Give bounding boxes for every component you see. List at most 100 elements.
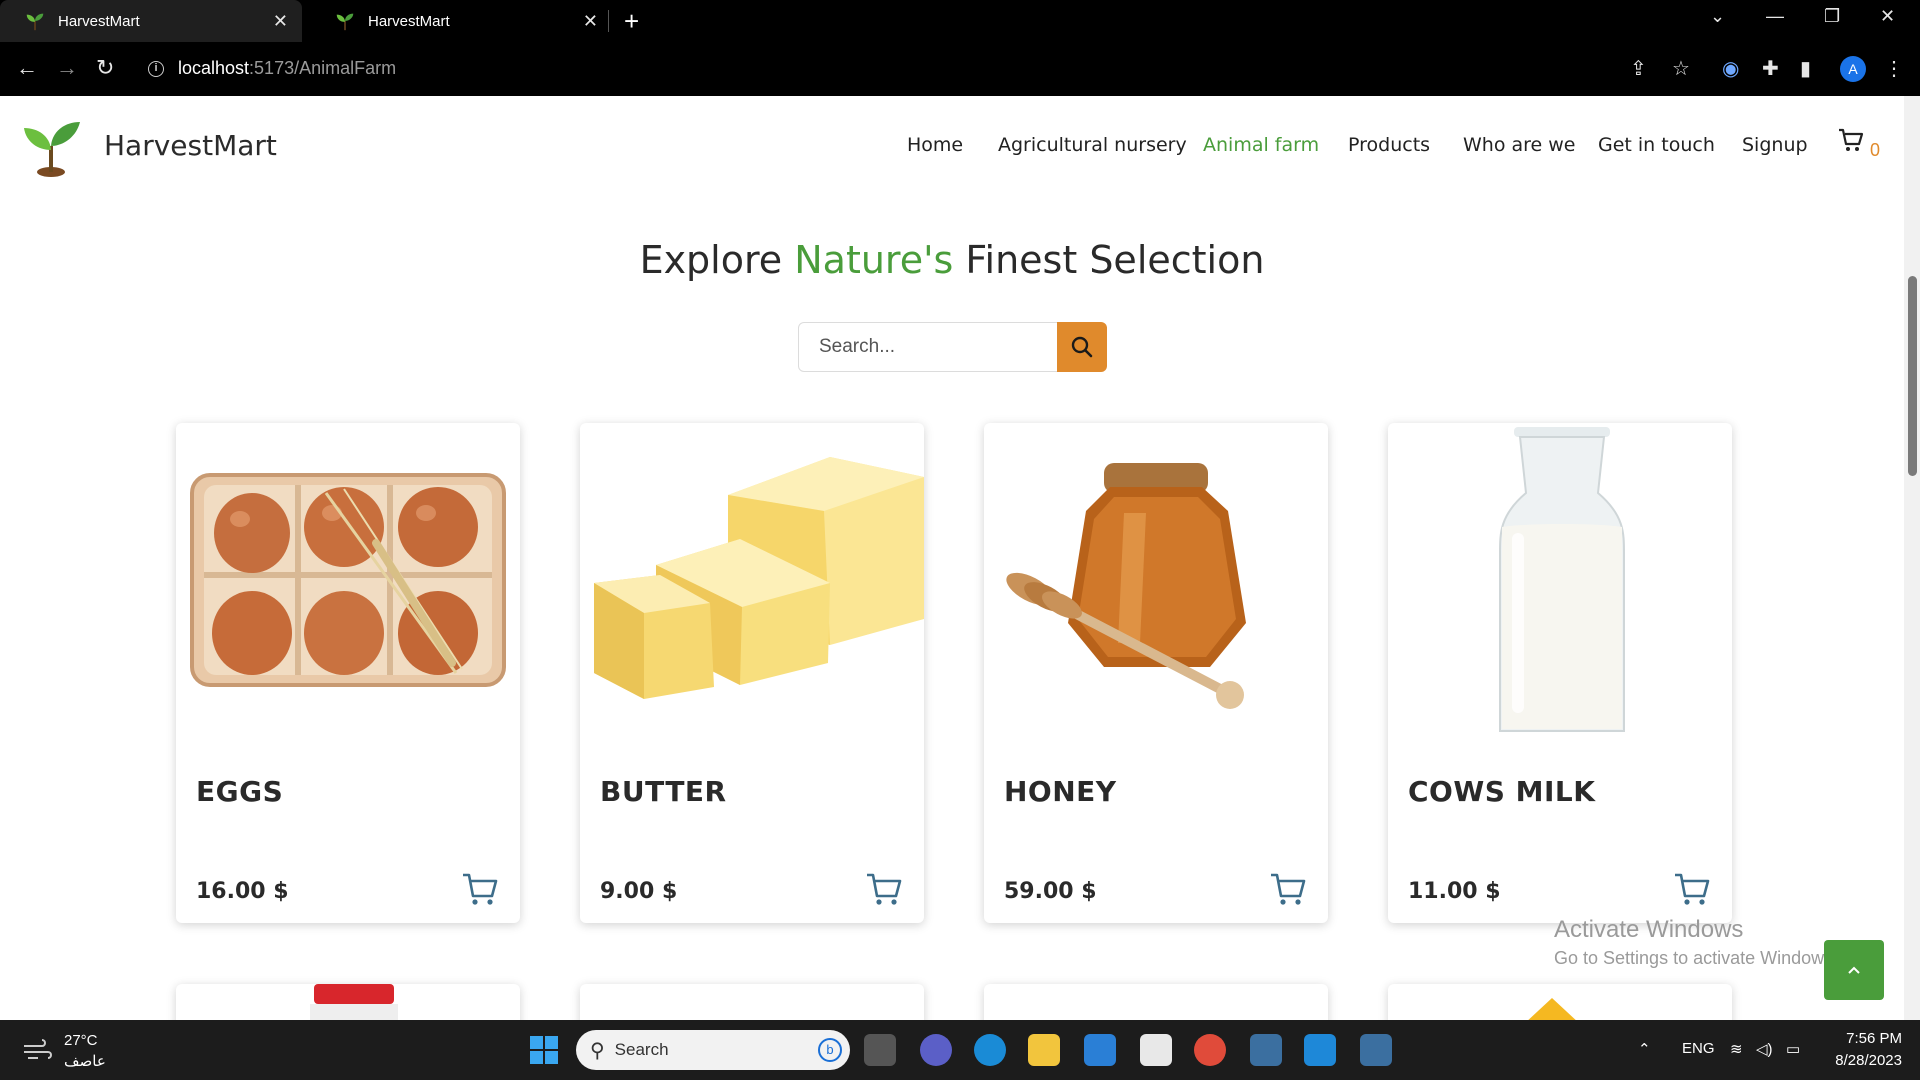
sidebar-icon[interactable]: ▮: [1800, 58, 1811, 80]
product-image: [1528, 998, 1576, 1020]
edge-icon[interactable]: [974, 1034, 1006, 1066]
bing-icon: b: [818, 1038, 842, 1062]
wind-icon[interactable]: [22, 1038, 54, 1064]
battery-icon[interactable]: ▭: [1786, 1040, 1800, 1058]
tab-harvestmart[interactable]: HarvestMart ✕: [310, 0, 612, 42]
url-host: localhost: [178, 58, 250, 78]
product-card-cows-milk[interactable]: COWS MILK 11.00 $: [1388, 423, 1732, 923]
store-icon[interactable]: [1140, 1034, 1172, 1066]
new-tab-icon[interactable]: +: [624, 6, 639, 36]
product-card-honey[interactable]: HONEY 59.00 $: [984, 423, 1328, 923]
close-icon[interactable]: ✕: [583, 11, 598, 32]
brand-name[interactable]: HarvestMart: [104, 129, 277, 162]
chevron-down-icon[interactable]: ⌄: [1710, 6, 1725, 27]
mail-icon[interactable]: [1084, 1034, 1116, 1066]
clock-time[interactable]: 7:56 PM: [1826, 1030, 1902, 1047]
postgres-icon[interactable]: [1360, 1034, 1392, 1066]
minimize-icon[interactable]: —: [1766, 6, 1784, 27]
product-price: 9.00 $: [600, 879, 678, 904]
page: HarvestMart Home Agricultural nursery An…: [0, 96, 1904, 1020]
sprout-icon: [26, 13, 44, 31]
nav-animal-farm[interactable]: Animal farm: [1203, 134, 1319, 156]
url-path: :5173/AnimalFarm: [249, 58, 397, 78]
search-icon: [1071, 336, 1093, 358]
product-price: 11.00 $: [1408, 879, 1501, 904]
tab-title: HarvestMart: [58, 12, 140, 30]
tab-harvestmart-active[interactable]: HarvestMart ✕: [0, 0, 302, 42]
product-card-partial[interactable]: [1388, 984, 1732, 1020]
close-icon[interactable]: ✕: [273, 11, 288, 32]
menu-icon[interactable]: ⋮: [1884, 58, 1904, 80]
teams-chat-icon[interactable]: [920, 1034, 952, 1066]
url-field[interactable]: localhost:5173/AnimalFarm: [178, 58, 396, 79]
postgres-icon[interactable]: [1250, 1034, 1282, 1066]
reload-icon[interactable]: ↻: [96, 56, 114, 80]
share-icon[interactable]: ⇪: [1630, 58, 1647, 80]
nav-signup[interactable]: Signup: [1742, 134, 1808, 156]
product-name: COWS MILK: [1408, 775, 1596, 808]
chrome-icon[interactable]: [1194, 1034, 1226, 1066]
chevron-up-icon[interactable]: ⌃: [1638, 1040, 1651, 1058]
product-name: HONEY: [1004, 775, 1117, 808]
butter-image: [594, 457, 924, 699]
star-icon[interactable]: ☆: [1672, 58, 1690, 80]
back-icon[interactable]: ←: [16, 56, 38, 80]
logo-sprout-icon[interactable]: [18, 118, 84, 178]
headline-highlight: Nature's: [794, 238, 954, 282]
nav-who-are-we[interactable]: Who are we: [1463, 134, 1576, 156]
product-price: 16.00 $: [196, 879, 289, 904]
cart-count: 0: [1870, 140, 1881, 160]
restore-icon[interactable]: ❐: [1824, 6, 1840, 27]
weather-temp: 27°C: [64, 1032, 98, 1049]
nav-home[interactable]: Home: [907, 134, 963, 156]
add-to-cart-icon[interactable]: [1268, 869, 1308, 909]
chevron-up-icon: [1848, 966, 1860, 974]
info-icon[interactable]: i: [148, 61, 164, 77]
headline-part2: Finest Selection: [953, 238, 1265, 282]
product-price: 59.00 $: [1004, 879, 1097, 904]
product-name: BUTTER: [600, 775, 727, 808]
nav-get-in-touch[interactable]: Get in touch: [1598, 134, 1715, 156]
nav-agricultural-nursery[interactable]: Agricultural nursery: [998, 134, 1187, 156]
scrollbar-thumb[interactable]: [1908, 276, 1917, 476]
extension-icon[interactable]: ◉: [1722, 58, 1739, 80]
wifi-icon[interactable]: ≋: [1730, 1040, 1743, 1058]
product-card-partial[interactable]: [580, 984, 924, 1020]
product-card-eggs[interactable]: EGGS 16.00 $: [176, 423, 520, 923]
browser-tab-bar: HarvestMart ✕ HarvestMart ✕ + ⌄ — ❐ ✕: [0, 0, 1920, 42]
forward-icon[interactable]: →: [56, 56, 78, 80]
watermark-subtitle: Go to Settings to activate Windows.: [1554, 948, 1839, 968]
page-scrollbar[interactable]: [1904, 96, 1920, 1020]
product-name: EGGS: [196, 775, 284, 808]
honey-image: [1006, 463, 1246, 709]
volume-icon[interactable]: ◁): [1756, 1040, 1773, 1058]
avatar[interactable]: A: [1840, 56, 1866, 82]
language-indicator[interactable]: ENG: [1682, 1040, 1715, 1057]
close-window-icon[interactable]: ✕: [1880, 6, 1895, 27]
taskbar: 27°C عاصف ⚲ Search b ⌃ ENG ≋ ◁) ▭ 7:56 P…: [0, 1020, 1920, 1080]
watermark-title: Activate Windows: [1554, 916, 1744, 943]
headline-part1: Explore: [639, 238, 795, 282]
tab-title: HarvestMart: [368, 12, 450, 30]
add-to-cart-icon[interactable]: [864, 869, 904, 909]
file-explorer-icon[interactable]: [1028, 1034, 1060, 1066]
nav-products[interactable]: Products: [1348, 134, 1430, 156]
windows-start-icon[interactable]: [528, 1034, 560, 1066]
search-input[interactable]: [798, 322, 1058, 372]
taskbar-search[interactable]: ⚲ Search b: [576, 1030, 850, 1070]
search-button[interactable]: [1057, 322, 1107, 372]
vscode-icon[interactable]: [1304, 1034, 1336, 1066]
back-to-top-button[interactable]: [1824, 940, 1884, 1000]
weather-desc: عاصف: [64, 1053, 106, 1070]
cart-icon[interactable]: [1838, 128, 1864, 152]
puzzle-icon[interactable]: ✚: [1762, 58, 1779, 80]
product-card-butter[interactable]: BUTTER 9.00 $: [580, 423, 924, 923]
product-card-partial[interactable]: [176, 984, 520, 1020]
task-view-icon[interactable]: [864, 1034, 896, 1066]
bottle-image: [310, 984, 398, 1020]
taskbar-search-label: Search: [614, 1040, 669, 1059]
add-to-cart-icon[interactable]: [460, 869, 500, 909]
clock-date[interactable]: 8/28/2023: [1818, 1052, 1902, 1069]
add-to-cart-icon[interactable]: [1672, 869, 1712, 909]
product-card-partial[interactable]: [984, 984, 1328, 1020]
